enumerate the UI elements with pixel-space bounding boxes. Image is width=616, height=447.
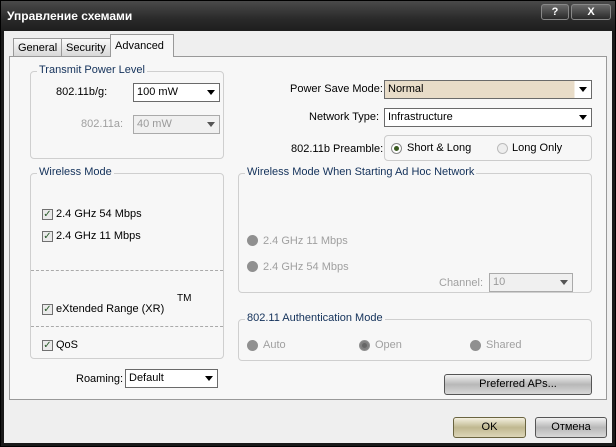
power-save-label: Power Save Mode: xyxy=(290,83,383,95)
network-type-value: Infrastructure xyxy=(388,111,453,123)
auth-open-radio[interactable] xyxy=(359,340,370,351)
trademark: TM xyxy=(177,293,192,304)
ok-button[interactable]: OK xyxy=(453,417,526,438)
wireless-mode-group: Wireless Mode ✓ 2.4 GHz 54 Mbps ✓ 2.4 GH… xyxy=(30,166,224,359)
a-label: 802.11a: xyxy=(81,118,124,130)
a-power-select[interactable]: 40 mW xyxy=(133,115,220,134)
wm-11-checkbox[interactable]: ✓ xyxy=(42,231,53,242)
adhoc-54-radio[interactable] xyxy=(247,261,258,272)
adhoc-54-label: 2.4 GHz 54 Mbps xyxy=(263,261,349,273)
group-title: Wireless Mode xyxy=(37,166,114,178)
power-save-select[interactable]: Normal xyxy=(384,80,592,99)
tab-security[interactable]: Security xyxy=(61,38,111,56)
chevron-down-icon xyxy=(579,87,587,92)
auth-auto-radio[interactable] xyxy=(247,340,258,351)
network-type-select[interactable]: Infrastructure xyxy=(384,108,592,127)
power-save-value: Normal xyxy=(388,83,424,95)
close-button[interactable]: X xyxy=(571,4,611,20)
divider xyxy=(31,270,223,271)
bg-power-value: 100 mW xyxy=(137,86,178,98)
chevron-down-icon xyxy=(579,115,587,120)
chevron-down-icon xyxy=(207,90,215,95)
bg-power-select[interactable]: 100 mW xyxy=(133,83,220,102)
chevron-down-icon xyxy=(205,376,213,381)
xr-checkbox[interactable]: ✓ xyxy=(42,304,53,315)
adhoc-11-label: 2.4 GHz 11 Mbps xyxy=(263,235,348,247)
xr-label: eXtended Range (XR) xyxy=(56,303,165,315)
qos-checkbox[interactable]: ✓ xyxy=(42,340,53,351)
bg-label: 802.11b/g: xyxy=(56,86,108,98)
chevron-down-icon xyxy=(207,122,215,127)
preamble-long-only-label[interactable]: Long Only xyxy=(512,142,562,154)
wm-54-label: 2.4 GHz 54 Mbps xyxy=(56,208,142,220)
tab-general[interactable]: General xyxy=(13,38,63,56)
network-type-label: Network Type: xyxy=(309,111,380,123)
preamble-short-long-label[interactable]: Short & Long xyxy=(407,142,471,154)
dialog-body: General Security Advanced Transmit Power… xyxy=(4,31,612,443)
qos-label: QoS xyxy=(56,339,79,351)
channel-select[interactable]: 10 xyxy=(489,273,573,292)
auth-mode-group: 802.11 Authentication Mode Auto Open Sha… xyxy=(238,312,592,361)
preferred-aps-button[interactable]: Preferred APs... xyxy=(444,374,592,395)
tab-advanced[interactable]: Advanced xyxy=(110,34,174,57)
preamble-short-long-radio[interactable] xyxy=(391,143,402,154)
auth-auto-label: Auto xyxy=(263,339,286,351)
help-button[interactable]: ? xyxy=(541,4,569,20)
auth-shared-radio[interactable] xyxy=(470,340,481,351)
auth-shared-label: Shared xyxy=(486,339,522,351)
roaming-select[interactable]: Default xyxy=(125,369,218,388)
transmit-power-group: Transmit Power Level 802.11b/g: 100 mW 8… xyxy=(30,64,224,159)
roaming-value: Default xyxy=(129,372,164,384)
cancel-button[interactable]: Отмена xyxy=(535,417,607,438)
a-power-value: 40 mW xyxy=(137,118,172,130)
window-title: Управление схемами xyxy=(7,9,133,23)
adhoc-11-radio[interactable] xyxy=(247,235,258,246)
preamble-label: 802.11b Preamble: xyxy=(291,143,384,155)
divider xyxy=(31,326,223,327)
advanced-panel: Transmit Power Level 802.11b/g: 100 mW 8… xyxy=(9,56,607,400)
auth-open-label: Open xyxy=(375,339,402,351)
group-title: Wireless Mode When Starting Ad Hoc Netwo… xyxy=(245,166,477,178)
channel-value: 10 xyxy=(493,276,506,288)
preamble-box: Short & Long Long Only xyxy=(384,135,592,161)
wm-54-checkbox[interactable]: ✓ xyxy=(42,209,53,220)
title-bar[interactable]: Управление схемами ? X xyxy=(1,1,615,31)
group-title: 802.11 Authentication Mode xyxy=(245,312,385,324)
adhoc-group: Wireless Mode When Starting Ad Hoc Netwo… xyxy=(238,166,592,293)
chevron-down-icon xyxy=(560,280,568,285)
preamble-long-only-radio[interactable] xyxy=(497,143,508,154)
dialog-window: Управление схемами ? X General Security … xyxy=(0,0,616,447)
roaming-label: Roaming: xyxy=(76,373,124,385)
wm-11-label: 2.4 GHz 11 Mbps xyxy=(56,230,141,242)
channel-label: Channel: xyxy=(439,277,484,289)
group-title: Transmit Power Level xyxy=(37,64,147,76)
